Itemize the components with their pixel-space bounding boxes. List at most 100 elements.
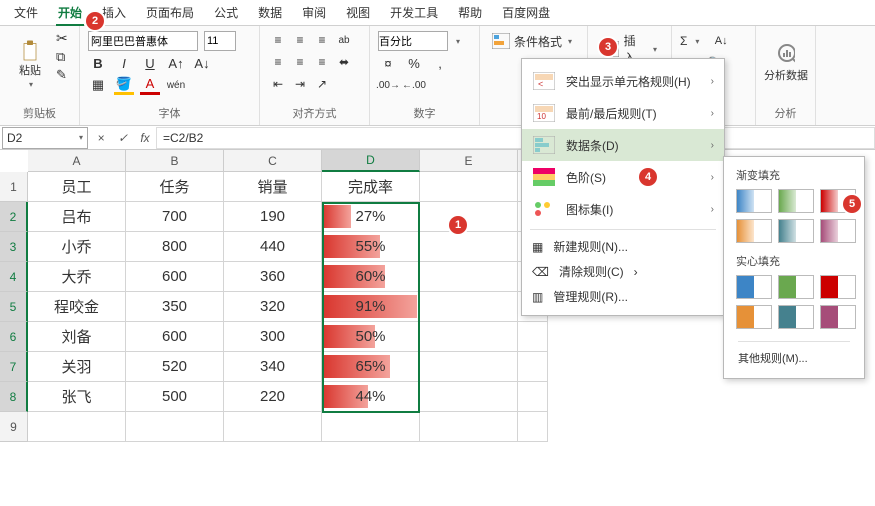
- cell[interactable]: 800: [126, 232, 224, 262]
- font-color-button[interactable]: A: [140, 75, 160, 95]
- cell-databar[interactable]: 60%: [322, 262, 420, 292]
- analyze-data-button[interactable]: 分析数据: [764, 30, 808, 100]
- format-painter-icon[interactable]: ✎: [56, 67, 68, 83]
- cell[interactable]: 小乔: [28, 232, 126, 262]
- cell[interactable]: [224, 412, 322, 442]
- cf-color-scales[interactable]: 色阶(S) ›: [522, 161, 724, 193]
- cell[interactable]: 350: [126, 292, 224, 322]
- cell[interactable]: [420, 322, 518, 352]
- cell[interactable]: 程咬金: [28, 292, 126, 322]
- cell[interactable]: 440: [224, 232, 322, 262]
- cell-databar[interactable]: 55%: [322, 232, 420, 262]
- cell[interactable]: [518, 352, 548, 382]
- menu-review[interactable]: 审阅: [292, 0, 336, 25]
- sort-icon[interactable]: A↓: [715, 35, 728, 47]
- cell-databar[interactable]: 91%: [322, 292, 420, 322]
- cf-new-rule[interactable]: ▦新建规则(N)...: [522, 234, 724, 259]
- menu-data[interactable]: 数据: [248, 0, 292, 25]
- currency-icon[interactable]: ¤: [378, 53, 398, 73]
- border-button[interactable]: ▦: [88, 75, 108, 95]
- db-gradient-green[interactable]: [778, 189, 814, 213]
- cut-icon[interactable]: ✂: [56, 30, 68, 47]
- align-left-icon[interactable]: ≡: [268, 52, 288, 72]
- cf-data-bars[interactable]: 数据条(D) ›: [522, 129, 724, 161]
- font-name-select[interactable]: [88, 31, 198, 51]
- row-header[interactable]: 8: [0, 382, 28, 412]
- conditional-format-button[interactable]: 条件格式 ▾: [488, 30, 579, 52]
- underline-button[interactable]: U: [140, 53, 160, 73]
- align-center-icon[interactable]: ≡: [290, 52, 310, 72]
- menu-file[interactable]: 文件: [4, 0, 48, 25]
- menu-page-layout[interactable]: 页面布局: [136, 0, 204, 25]
- cell[interactable]: 190: [224, 202, 322, 232]
- cell[interactable]: 600: [126, 322, 224, 352]
- align-bot-icon[interactable]: ≡: [312, 30, 332, 50]
- cell[interactable]: [420, 292, 518, 322]
- cell[interactable]: 吕布: [28, 202, 126, 232]
- col-header-D[interactable]: D: [322, 150, 420, 172]
- cell[interactable]: [126, 412, 224, 442]
- cell[interactable]: [518, 412, 548, 442]
- cell-databar[interactable]: 27%: [322, 202, 420, 232]
- font-size-select[interactable]: [204, 31, 236, 51]
- cell[interactable]: 员工: [28, 172, 126, 202]
- db-gradient-cyan[interactable]: [778, 219, 814, 243]
- db-solid-purple[interactable]: [820, 305, 856, 329]
- decrease-font-button[interactable]: A↓: [192, 53, 212, 73]
- row-header[interactable]: 3: [0, 232, 28, 262]
- number-format-select[interactable]: [378, 31, 448, 51]
- db-solid-blue[interactable]: [736, 275, 772, 299]
- cell-databar[interactable]: 44%: [322, 382, 420, 412]
- row-header[interactable]: 2: [0, 202, 28, 232]
- cf-top-bottom-rules[interactable]: 10 最前/最后规则(T) ›: [522, 97, 724, 129]
- cell-databar[interactable]: 50%: [322, 322, 420, 352]
- cell[interactable]: 320: [224, 292, 322, 322]
- sum-icon[interactable]: Σ: [680, 34, 687, 48]
- cell[interactable]: [518, 382, 548, 412]
- bold-button[interactable]: B: [88, 53, 108, 73]
- merge-button[interactable]: ⬌: [334, 52, 354, 72]
- cell[interactable]: 完成率: [322, 172, 420, 202]
- cell[interactable]: 500: [126, 382, 224, 412]
- italic-button[interactable]: I: [114, 53, 134, 73]
- cell[interactable]: [420, 202, 518, 232]
- cell-databar[interactable]: 65%: [322, 352, 420, 382]
- orientation-icon[interactable]: ↗: [312, 74, 332, 94]
- menu-dev[interactable]: 开发工具: [380, 0, 448, 25]
- row-header[interactable]: 9: [0, 412, 28, 442]
- cell[interactable]: 360: [224, 262, 322, 292]
- increase-decimal-icon[interactable]: .00→: [378, 75, 398, 95]
- cell[interactable]: 刘备: [28, 322, 126, 352]
- db-gradient-blue[interactable]: [736, 189, 772, 213]
- cell[interactable]: 大乔: [28, 262, 126, 292]
- cf-manage-rules[interactable]: ▥管理规则(R)...: [522, 284, 724, 309]
- cell[interactable]: [420, 352, 518, 382]
- align-right-icon[interactable]: ≡: [312, 52, 332, 72]
- db-solid-red[interactable]: [820, 275, 856, 299]
- formula-input[interactable]: =C2/B2: [156, 127, 875, 149]
- paste-button[interactable]: 粘贴 ▾: [8, 30, 52, 100]
- row-header[interactable]: 5: [0, 292, 28, 322]
- menu-baidu[interactable]: 百度网盘: [492, 0, 560, 25]
- cell[interactable]: [420, 172, 518, 202]
- cell[interactable]: 张飞: [28, 382, 126, 412]
- name-box[interactable]: D2▾: [2, 127, 88, 149]
- cell[interactable]: [518, 322, 548, 352]
- fill-color-button[interactable]: 🪣: [114, 75, 134, 95]
- cf-highlight-rules[interactable]: < 突出显示单元格规则(H) ›: [522, 65, 724, 97]
- db-gradient-purple[interactable]: [820, 219, 856, 243]
- cell[interactable]: [420, 382, 518, 412]
- cf-clear-rules[interactable]: ⌫清除规则(C)›: [522, 259, 724, 284]
- cell[interactable]: [420, 262, 518, 292]
- cell[interactable]: 340: [224, 352, 322, 382]
- indent-dec-icon[interactable]: ⇤: [268, 74, 288, 94]
- col-header-E[interactable]: E: [420, 150, 518, 172]
- col-header-C[interactable]: C: [224, 150, 322, 172]
- cell[interactable]: 220: [224, 382, 322, 412]
- menu-formulas[interactable]: 公式: [204, 0, 248, 25]
- wrap-text-button[interactable]: ab: [334, 30, 354, 50]
- menu-help[interactable]: 帮助: [448, 0, 492, 25]
- cell[interactable]: [420, 412, 518, 442]
- row-header[interactable]: 6: [0, 322, 28, 352]
- copy-icon[interactable]: ⧉: [56, 49, 68, 65]
